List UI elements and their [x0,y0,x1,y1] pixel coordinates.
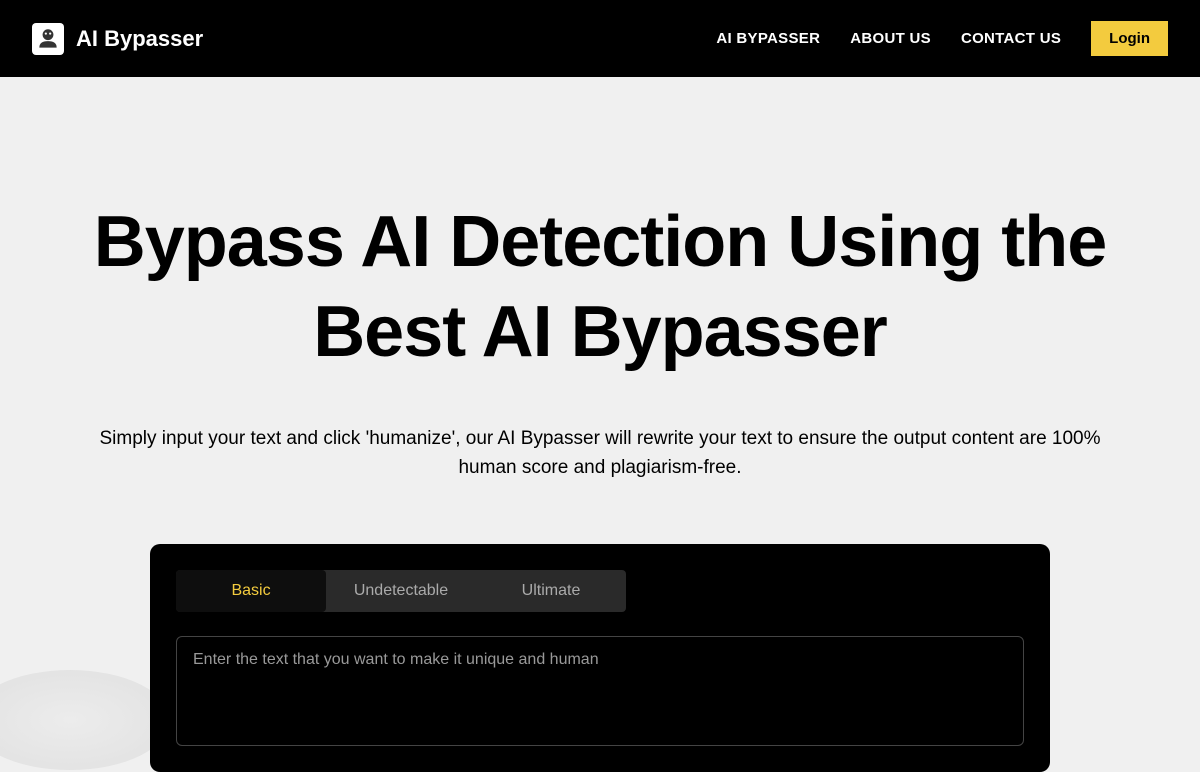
nav-link-bypasser[interactable]: AI BYPASSER [716,30,820,47]
tool-container: Basic Undetectable Ultimate [150,544,1050,772]
hero-subtitle: Simply input your text and click 'humani… [90,425,1110,482]
main-content: Bypass AI Detection Using the Best AI By… [0,77,1200,772]
logo-section[interactable]: AI Bypasser [32,23,203,55]
tab-basic[interactable]: Basic [176,570,326,612]
mode-tabs: Basic Undetectable Ultimate [176,570,626,612]
textarea-wrapper [176,636,1024,746]
login-button[interactable]: Login [1091,21,1168,56]
logo-icon [32,23,64,55]
text-input[interactable] [193,651,1007,687]
main-header: AI Bypasser AI BYPASSER ABOUT US CONTACT… [0,0,1200,77]
logo-text: AI Bypasser [76,26,203,52]
nav-link-about[interactable]: ABOUT US [850,30,931,47]
nav-section: AI BYPASSER ABOUT US CONTACT US Login [716,21,1168,56]
nav-link-contact[interactable]: CONTACT US [961,30,1061,47]
tab-undetectable[interactable]: Undetectable [326,570,476,612]
hero-title: Bypass AI Detection Using the Best AI By… [50,197,1150,377]
tab-ultimate[interactable]: Ultimate [476,570,626,612]
